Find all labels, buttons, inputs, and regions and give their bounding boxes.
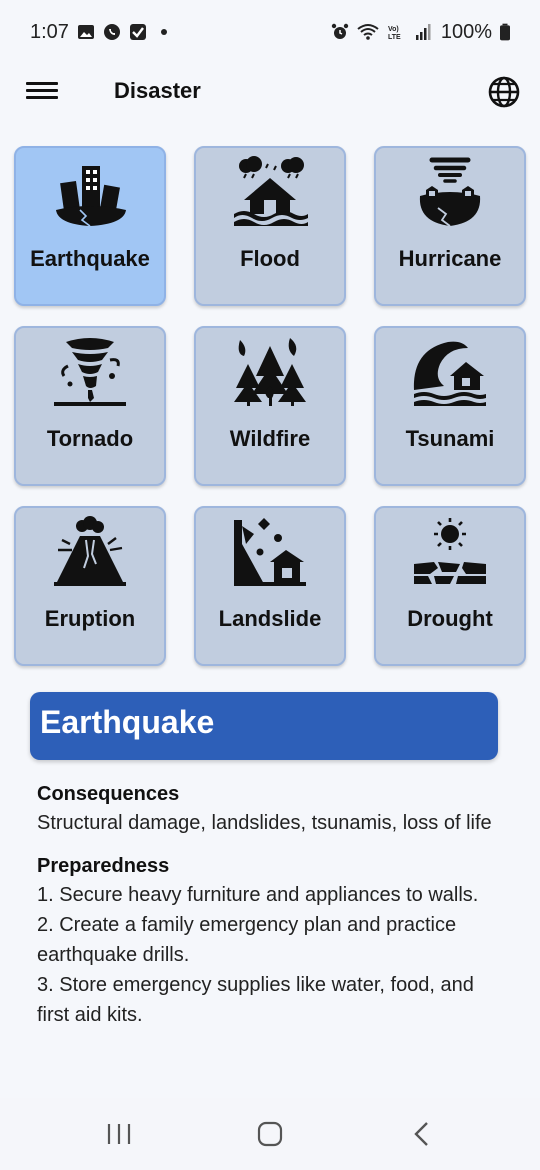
tile-label: Eruption <box>44 606 136 631</box>
battery-percentage: 100% <box>440 20 492 43</box>
eruption-icon <box>54 516 126 586</box>
status-right: Vo) LTE 100% <box>331 21 510 44</box>
back-icon[interactable] <box>407 1120 437 1148</box>
tile-flood[interactable]: Flood <box>194 146 346 306</box>
svg-text:LTE: LTE <box>388 34 401 41</box>
app-bar: Disaster <box>0 64 540 120</box>
tile-tsunami[interactable]: Tsunami <box>374 326 526 486</box>
preparedness-item: 1. Secure heavy furniture and appliances… <box>37 884 479 906</box>
detail-header: Earthquake <box>30 692 498 760</box>
home-icon[interactable] <box>255 1120 285 1148</box>
checkbox-notification-icon <box>129 24 146 40</box>
tile-landslide[interactable]: Landslide <box>194 506 346 666</box>
status-bar: 1:07 Vo) LTE 100% <box>0 0 540 64</box>
tile-label: Flood <box>240 246 300 271</box>
tile-tornado[interactable]: Tornado <box>14 326 166 486</box>
tile-eruption[interactable]: Eruption <box>14 506 166 666</box>
more-notifications-dot-icon <box>160 29 167 35</box>
consequences-text: Structural damage, landslides, tsunamis,… <box>37 812 492 834</box>
signal-strength-icon <box>415 24 431 40</box>
tile-label: Tornado <box>46 426 134 451</box>
tsunami-icon <box>413 341 486 406</box>
battery-icon <box>500 23 510 41</box>
detail-title: Earthquake <box>40 704 215 740</box>
status-time: 1:07 <box>30 20 69 43</box>
app-title: Disaster <box>114 78 201 103</box>
wifi-icon <box>357 24 379 40</box>
tile-hurricane[interactable]: Hurricane <box>374 146 526 306</box>
globe-icon[interactable] <box>486 74 522 110</box>
gallery-notification-icon <box>77 25 94 39</box>
tile-earthquake[interactable]: Earthquake <box>14 146 166 306</box>
svg-text:Vo): Vo) <box>388 26 399 33</box>
earthquake-icon <box>56 166 126 227</box>
tornado-icon <box>54 338 126 406</box>
whatsapp-notification-icon <box>103 24 120 40</box>
tile-label: Drought <box>407 606 493 631</box>
flood-icon <box>234 156 308 226</box>
preparedness-heading: Preparedness <box>37 855 170 877</box>
preparedness-item: 3. Store emergency supplies like water, … <box>37 974 474 1026</box>
system-navigation-bar <box>0 1098 540 1170</box>
tile-label: Tsunami <box>405 426 495 451</box>
tile-label: Wildfire <box>229 426 311 451</box>
landslide-icon <box>234 518 306 586</box>
tile-label: Earthquake <box>30 246 150 271</box>
hamburger-menu-icon[interactable] <box>26 78 58 106</box>
preparedness-item: 2. Create a family emergency plan and pr… <box>37 914 457 966</box>
detail-body: Consequences Structural damage, landslid… <box>37 780 497 1030</box>
tile-label: Hurricane <box>398 246 502 271</box>
wildfire-icon <box>234 338 306 406</box>
recent-apps-icon[interactable] <box>104 1120 134 1148</box>
alarm-icon <box>331 23 349 39</box>
volte-icon: Vo)LTE <box>388 26 401 41</box>
tile-wildfire[interactable]: Wildfire <box>194 326 346 486</box>
tile-drought[interactable]: Drought <box>374 506 526 666</box>
status-left: 1:07 <box>30 21 167 44</box>
tile-label: Landslide <box>218 606 322 631</box>
consequences-heading: Consequences <box>37 783 180 805</box>
hurricane-icon <box>419 157 481 227</box>
drought-icon <box>414 518 486 584</box>
